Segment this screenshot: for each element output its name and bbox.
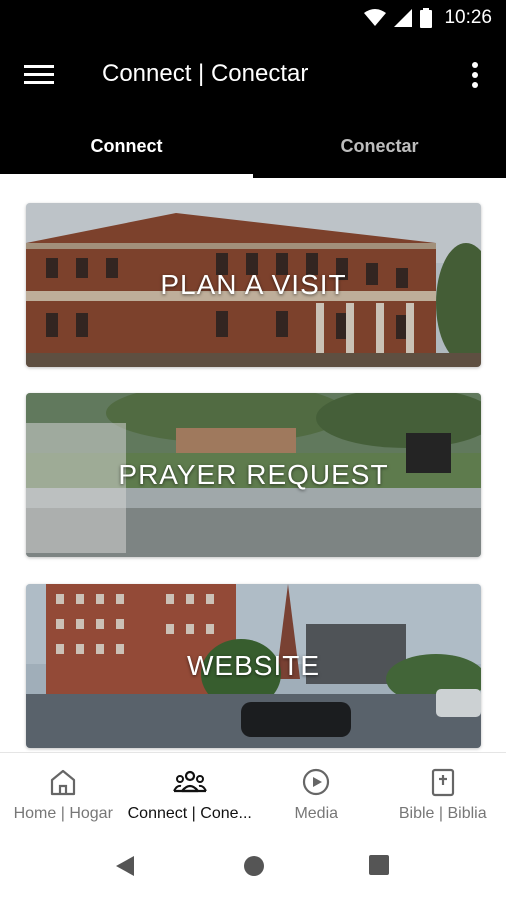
plan-a-visit-label: PLAN A VISIT (160, 269, 347, 300)
home-circle-icon[interactable] (242, 854, 266, 878)
nav-media[interactable]: Media (253, 753, 380, 833)
plan-a-visit-card[interactable]: PLAN A VISIT (26, 203, 481, 367)
tab-connect[interactable]: Connect (0, 114, 253, 178)
more-vert-icon[interactable] (464, 60, 486, 90)
signal-icon (394, 9, 413, 27)
recents-icon[interactable] (368, 854, 390, 876)
status-icons: 10:26 (364, 6, 492, 30)
website-label: WEBSITE (186, 650, 320, 681)
bible-icon (431, 768, 454, 797)
nav-bible[interactable]: Bible | Biblia (380, 753, 506, 833)
play-circle-icon (303, 768, 330, 796)
wifi-icon (364, 9, 387, 26)
nav-connect-label: Connect | Cone... (127, 805, 252, 822)
content-list: PLAN A VISIT PRAYER REQUEST WEBSITE (0, 178, 506, 752)
home-icon (51, 769, 76, 796)
page-title: Connect | Conectar (102, 60, 309, 87)
prayer-request-label: PRAYER REQUEST (118, 459, 389, 490)
status-bar: 10:26 (0, 0, 506, 36)
nav-home[interactable]: Home | Hogar (0, 753, 127, 833)
nav-connect[interactable]: Connect | Cone... (127, 753, 254, 833)
nav-bible-label: Bible | Biblia (398, 805, 487, 822)
tab-conectar[interactable]: Conectar (253, 114, 506, 178)
tab-bar: Connect Conectar (0, 114, 506, 178)
prayer-request-card[interactable]: PRAYER REQUEST (26, 393, 481, 557)
system-navigation-bar (0, 832, 506, 900)
status-time: 10:26 (444, 7, 492, 28)
website-card[interactable]: WEBSITE (26, 584, 481, 748)
nav-media-label: Media (294, 805, 339, 822)
back-icon[interactable] (114, 854, 136, 878)
app-bar: Connect | Conectar (0, 36, 506, 114)
menu-icon[interactable] (24, 62, 54, 88)
nav-home-label: Home | Hogar (13, 805, 113, 822)
bottom-navigation: Home | Hogar Connect | Cone... Media Bib… (0, 752, 506, 833)
battery-icon (420, 8, 433, 28)
people-icon (172, 770, 207, 793)
